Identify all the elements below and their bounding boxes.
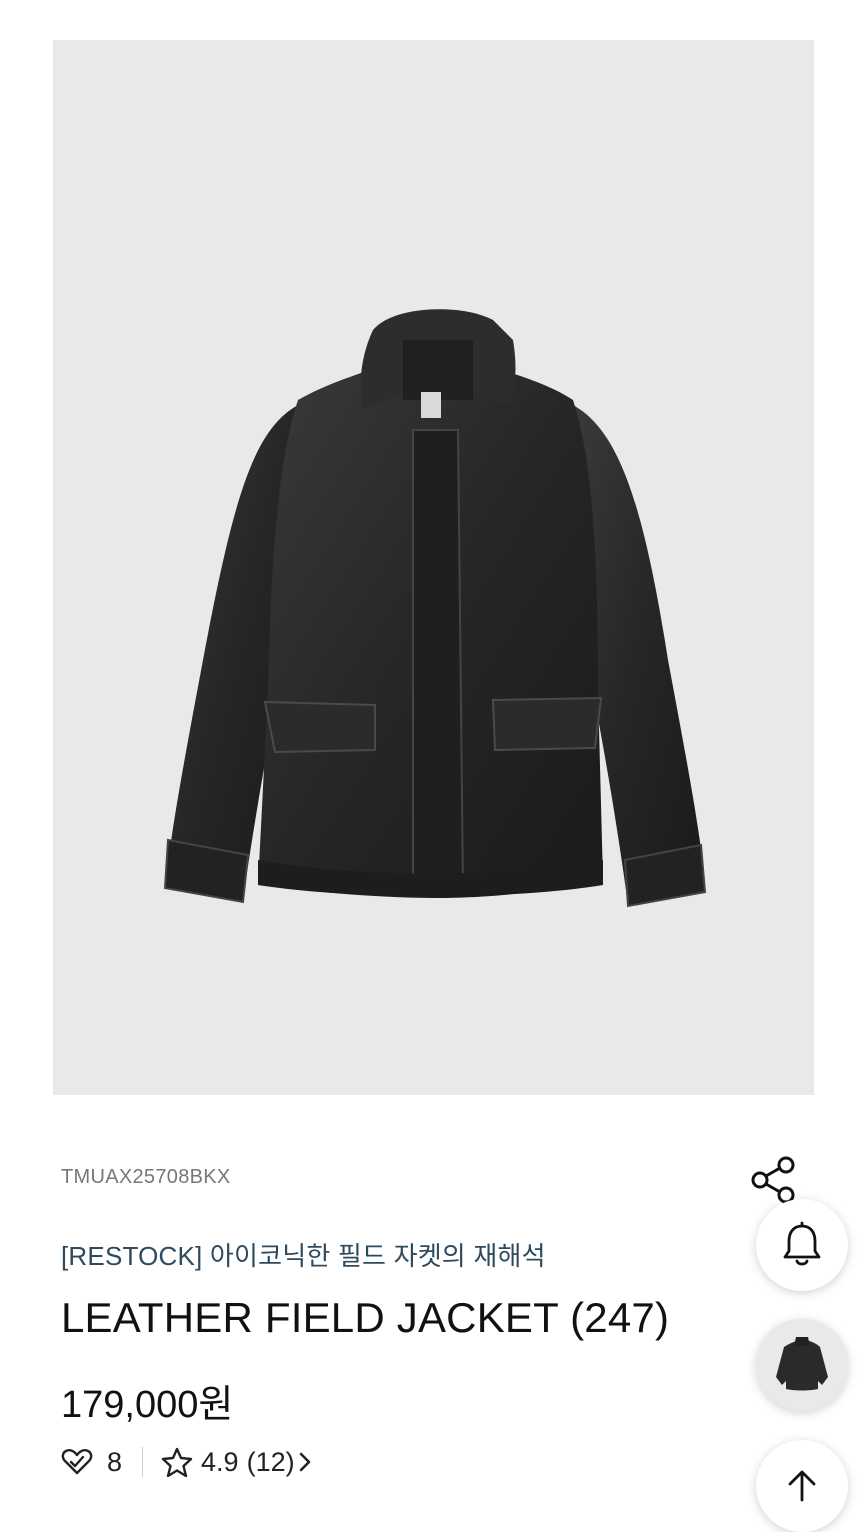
chevron-right-icon <box>299 1452 310 1472</box>
product-meta: 8 4.9 (12) <box>61 1444 313 1480</box>
star-icon <box>161 1447 193 1477</box>
product-image[interactable] <box>53 40 814 1095</box>
product-thumbnail-button[interactable] <box>756 1319 848 1411</box>
product-title: LEATHER FIELD JACKET (247) <box>61 1294 670 1341</box>
rating-value: 4.9 <box>201 1446 239 1477</box>
like-button[interactable]: 8 <box>61 1447 122 1478</box>
restock-alert-button[interactable] <box>756 1199 848 1291</box>
jacket-thumbnail <box>756 1319 848 1411</box>
arrow-up-icon <box>788 1470 816 1502</box>
product-sku: TMUAX25708BKX <box>61 1166 231 1188</box>
product-subtitle: [RESTOCK] 아이코닉한 필드 자켓의 재해석 <box>61 1241 546 1271</box>
jacket-illustration <box>163 309 707 908</box>
bell-icon <box>783 1221 821 1266</box>
heart-icon <box>61 1449 93 1475</box>
review-count: (12) <box>246 1446 295 1477</box>
like-count: 8 <box>107 1446 123 1477</box>
meta-divider <box>142 1447 144 1477</box>
product-price: 179,000원 <box>61 1384 234 1426</box>
rating-link[interactable]: 4.9 (12) <box>161 1447 313 1478</box>
scroll-top-button[interactable] <box>756 1440 848 1532</box>
